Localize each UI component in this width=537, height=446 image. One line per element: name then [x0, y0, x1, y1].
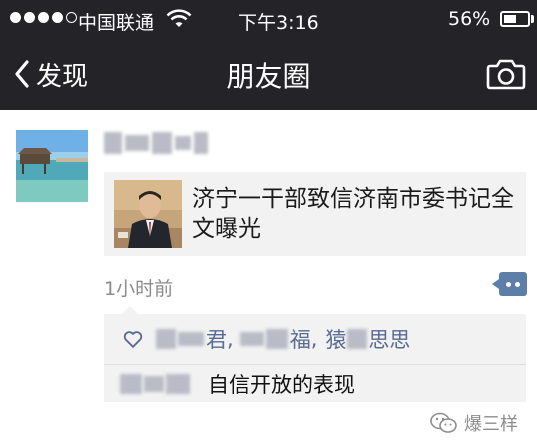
page-title: 朋友圈: [226, 60, 311, 93]
commenter-name-blurred[interactable]: [120, 374, 142, 394]
likes-row: 君, 福, 猿 思思: [122, 324, 410, 354]
battery-level: [504, 15, 516, 23]
camera-button[interactable]: [486, 58, 526, 90]
post-username-blurred[interactable]: [104, 132, 208, 154]
watermark: 爆三样: [430, 410, 518, 436]
article-thumbnail: [114, 180, 182, 248]
like-name[interactable]: 福: [290, 324, 311, 354]
navigation-bar: 发现 朋友圈: [0, 38, 537, 110]
heart-icon: [123, 331, 143, 348]
clock: 下午3:16: [238, 12, 319, 34]
comment-row[interactable]: 自信开放的表现: [120, 368, 355, 400]
comment-text: 自信开放的表现: [208, 373, 355, 397]
camera-icon: [486, 59, 526, 90]
interaction-panel: 君, 福, 猿 思思 自信开放的表现: [104, 306, 526, 402]
status-bar: 中国联通 下午3:16 56%: [0, 0, 537, 38]
carrier-name: 中国联通: [78, 12, 155, 34]
battery-icon: [500, 11, 530, 27]
shared-article-card[interactable]: 济宁一干部致信济南市委书记全文曝光: [104, 172, 526, 256]
article-title: 济宁一干部致信济南市委书记全文曝光: [192, 186, 514, 242]
divider: [104, 364, 526, 365]
comment-menu-button[interactable]: [492, 272, 527, 296]
watermark-text: 爆三样: [464, 414, 518, 435]
battery-tip: [531, 15, 534, 23]
avatar[interactable]: [16, 130, 88, 202]
like-name[interactable]: 猿: [325, 324, 346, 354]
wifi-icon: [166, 8, 192, 35]
like-name[interactable]: 思思: [368, 324, 410, 354]
battery-percentage: 56%: [448, 8, 491, 30]
signal-dots-icon: [10, 12, 77, 23]
wechat-logo-icon: [430, 412, 457, 433]
post-timestamp: 1小时前: [104, 278, 174, 300]
like-name[interactable]: 君: [206, 324, 227, 354]
